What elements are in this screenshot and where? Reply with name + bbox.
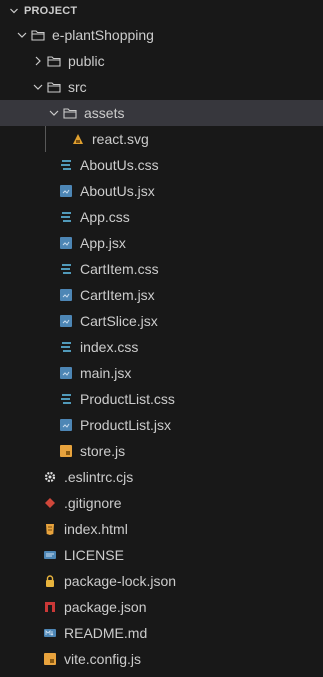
folder-icon bbox=[46, 53, 62, 69]
folder-icon bbox=[46, 79, 62, 95]
lock-json-icon bbox=[42, 573, 58, 589]
eslint-gear-icon bbox=[42, 469, 58, 485]
file-row-main-jsx[interactable]: main.jsx bbox=[0, 360, 323, 386]
chevron-down-icon bbox=[14, 27, 30, 43]
file-label: vite.config.js bbox=[64, 651, 142, 667]
license-file-icon bbox=[42, 547, 58, 563]
file-row-cartitem-jsx[interactable]: CartItem.jsx bbox=[0, 282, 323, 308]
file-row-eslintrc[interactable]: .eslintrc.cjs bbox=[0, 464, 323, 490]
css-file-icon bbox=[58, 261, 74, 277]
file-label: .eslintrc.cjs bbox=[64, 469, 134, 485]
file-row-package-json[interactable]: package.json bbox=[0, 594, 323, 620]
file-label: CartSlice.jsx bbox=[80, 313, 158, 329]
file-label: README.md bbox=[64, 625, 148, 641]
file-row-store-js[interactable]: store.js bbox=[0, 438, 323, 464]
css-file-icon bbox=[58, 209, 74, 225]
html-file-icon bbox=[42, 521, 58, 537]
explorer-panel: PROJECT e-plantShopping public src asset… bbox=[0, 0, 323, 677]
file-row-aboutus-css[interactable]: AboutUs.css bbox=[0, 152, 323, 178]
markdown-file-icon bbox=[42, 625, 58, 641]
file-row-index-css[interactable]: index.css bbox=[0, 334, 323, 360]
file-label: LICENSE bbox=[64, 547, 124, 563]
file-label: AboutUs.css bbox=[80, 157, 159, 173]
file-row-aboutus-jsx[interactable]: AboutUs.jsx bbox=[0, 178, 323, 204]
file-row-gitignore[interactable]: .gitignore bbox=[0, 490, 323, 516]
file-label: AboutUs.jsx bbox=[80, 183, 155, 199]
folder-label: public bbox=[68, 53, 105, 69]
css-file-icon bbox=[58, 391, 74, 407]
file-label: CartItem.jsx bbox=[80, 287, 155, 303]
js-file-icon bbox=[58, 443, 74, 459]
jsx-file-icon bbox=[58, 365, 74, 381]
folder-label: e-plantShopping bbox=[52, 27, 154, 43]
chevron-down-icon bbox=[46, 105, 62, 121]
file-label: react.svg bbox=[92, 131, 149, 147]
folder-label: src bbox=[68, 79, 87, 95]
file-row-vite-config-js[interactable]: vite.config.js bbox=[0, 646, 323, 672]
file-row-productlist-css[interactable]: ProductList.css bbox=[0, 386, 323, 412]
folder-icon bbox=[62, 105, 78, 121]
file-row-productlist-jsx[interactable]: ProductList.jsx bbox=[0, 412, 323, 438]
folder-icon bbox=[30, 27, 46, 43]
react-svg-icon bbox=[70, 131, 86, 147]
file-label: index.html bbox=[64, 521, 128, 537]
file-label: App.jsx bbox=[80, 235, 126, 251]
file-label: .gitignore bbox=[64, 495, 122, 511]
file-label: ProductList.css bbox=[80, 391, 175, 407]
file-label: App.css bbox=[80, 209, 130, 225]
file-label: store.js bbox=[80, 443, 126, 459]
section-title: PROJECT bbox=[24, 5, 78, 17]
chevron-down-icon bbox=[8, 3, 20, 19]
file-row-index-html[interactable]: index.html bbox=[0, 516, 323, 542]
jsx-file-icon bbox=[58, 287, 74, 303]
file-label: main.jsx bbox=[80, 365, 132, 381]
folder-row-assets[interactable]: assets bbox=[0, 100, 323, 126]
file-row-readme-md[interactable]: README.md bbox=[0, 620, 323, 646]
file-row-package-lock-json[interactable]: package-lock.json bbox=[0, 568, 323, 594]
css-file-icon bbox=[58, 157, 74, 173]
project-section-header[interactable]: PROJECT bbox=[0, 0, 323, 22]
file-label: CartItem.css bbox=[80, 261, 159, 277]
file-row-app-jsx[interactable]: App.jsx bbox=[0, 230, 323, 256]
git-diamond-icon bbox=[42, 495, 58, 511]
file-label: package-lock.json bbox=[64, 573, 177, 589]
file-row-cartitem-css[interactable]: CartItem.css bbox=[0, 256, 323, 282]
jsx-file-icon bbox=[58, 313, 74, 329]
file-row-app-css[interactable]: App.css bbox=[0, 204, 323, 230]
indent-guide bbox=[45, 126, 46, 152]
file-label: package.json bbox=[64, 599, 147, 615]
js-file-icon bbox=[42, 651, 58, 667]
jsx-file-icon bbox=[58, 235, 74, 251]
file-row-react-svg[interactable]: react.svg bbox=[0, 126, 323, 152]
folder-row-public[interactable]: public bbox=[0, 48, 323, 74]
folder-row-root[interactable]: e-plantShopping bbox=[0, 22, 323, 48]
jsx-file-icon bbox=[58, 417, 74, 433]
file-row-cartslice-jsx[interactable]: CartSlice.jsx bbox=[0, 308, 323, 334]
file-row-license[interactable]: LICENSE bbox=[0, 542, 323, 568]
chevron-down-icon bbox=[30, 79, 46, 95]
folder-label: assets bbox=[84, 105, 125, 121]
chevron-right-icon bbox=[30, 53, 46, 69]
css-file-icon bbox=[58, 339, 74, 355]
file-label: index.css bbox=[80, 339, 139, 355]
folder-row-src[interactable]: src bbox=[0, 74, 323, 100]
file-label: ProductList.jsx bbox=[80, 417, 172, 433]
jsx-file-icon bbox=[58, 183, 74, 199]
npm-package-icon bbox=[42, 599, 58, 615]
